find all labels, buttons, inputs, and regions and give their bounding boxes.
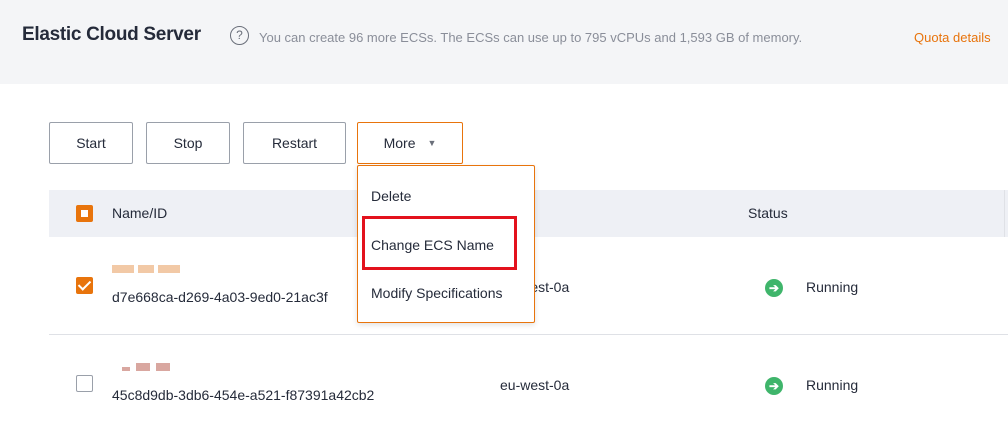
row-checkbox[interactable] [76, 277, 93, 294]
select-all-checkbox[interactable] [76, 205, 93, 222]
column-divider [1004, 190, 1005, 237]
availability-zone: eu-west-0a [500, 377, 570, 393]
caret-down-icon: ▼ [427, 138, 437, 148]
menu-item-modify-specifications[interactable]: Modify Specifications [371, 285, 503, 301]
column-header-status[interactable]: Status [748, 205, 788, 221]
menu-item-change-ecs-name[interactable]: Change ECS Name [371, 237, 494, 253]
quota-details-link[interactable]: Quota details [914, 30, 991, 45]
ecs-id[interactable]: 45c8d9db-3db6-454e-a521-f87391a42cb2 [112, 387, 374, 403]
status-text: Running [806, 279, 859, 295]
help-circle-icon[interactable]: ? [230, 26, 249, 45]
more-dropdown-menu: Delete Change ECS Name Modify Specificat… [357, 165, 535, 323]
masked-server-name [112, 363, 182, 371]
page-header: Elastic Cloud Server ? You can create 96… [0, 0, 1008, 84]
start-button-label: Start [76, 135, 106, 151]
masked-server-name [112, 265, 182, 273]
arrow-circle-right-icon: ➔ [765, 377, 783, 395]
stop-button[interactable]: Stop [146, 122, 230, 164]
start-button[interactable]: Start [49, 122, 133, 164]
restart-button-label: Restart [271, 135, 318, 151]
more-button[interactable]: More ▼ [357, 122, 463, 164]
column-header-name[interactable]: Name/ID [112, 205, 167, 221]
row-checkbox[interactable] [76, 375, 93, 392]
table-row[interactable]: 45c8d9db-3db6-454e-a521-f87391a42cb2 eu-… [49, 335, 1008, 421]
ecs-id[interactable]: d7e668ca-d269-4a03-9ed0-21ac3f [112, 289, 328, 305]
page-title: Elastic Cloud Server [22, 24, 201, 45]
quota-info-text: You can create 96 more ECSs. The ECSs ca… [259, 30, 803, 45]
status-text: Running [806, 377, 859, 393]
menu-item-delete[interactable]: Delete [371, 188, 411, 204]
restart-button[interactable]: Restart [243, 122, 346, 164]
more-button-label: More [383, 135, 416, 151]
arrow-circle-right-icon: ➔ [765, 279, 783, 297]
stop-button-label: Stop [173, 135, 203, 151]
